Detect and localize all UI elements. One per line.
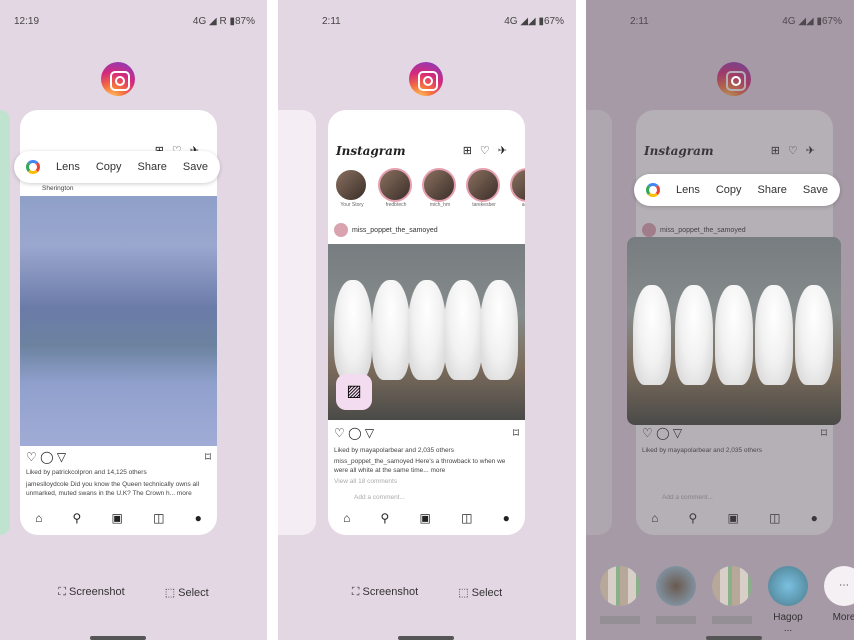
- overview-actions: ⛶ Screenshot ⬚ Select: [0, 586, 267, 599]
- screenshot-button[interactable]: ⛶ Screenshot: [58, 586, 124, 599]
- share-target-blurred[interactable]: [712, 566, 752, 634]
- profile-icon[interactable]: ●: [503, 511, 510, 525]
- previous-app-card[interactable]: [278, 110, 316, 535]
- select-button[interactable]: ⬚ Select: [458, 586, 502, 599]
- avatar: [334, 223, 348, 237]
- story-item[interactable]: tarekesber: [466, 168, 502, 208]
- lens-icon: [646, 183, 660, 197]
- search-icon[interactable]: ⚲: [381, 511, 390, 525]
- comment-input[interactable]: Add a comment...: [354, 493, 525, 502]
- bookmark-icon[interactable]: ⌑: [205, 450, 211, 464]
- profile-icon[interactable]: ●: [195, 511, 202, 525]
- previous-app-card[interactable]: [0, 110, 10, 535]
- copy-button[interactable]: Copy: [716, 184, 742, 196]
- reels-icon[interactable]: ▣: [420, 511, 431, 525]
- post-header[interactable]: miss_poppet_the_samoyed: [334, 223, 438, 237]
- instagram-app-icon[interactable]: [101, 62, 135, 96]
- home-icon[interactable]: ⌂: [35, 511, 42, 525]
- shop-icon[interactable]: ◫: [153, 511, 164, 525]
- story-item[interactable]: fredbtech: [378, 168, 414, 208]
- share-button[interactable]: Share: [758, 184, 787, 196]
- save-button[interactable]: Save: [803, 184, 828, 196]
- story-item[interactable]: Your Story: [334, 168, 370, 208]
- bottom-nav: ⌂ ⚲ ▣ ◫ ●: [328, 511, 525, 525]
- home-handle[interactable]: [90, 636, 146, 640]
- samoyeds-image[interactable]: ▨: [328, 244, 525, 420]
- copy-button[interactable]: Copy: [96, 161, 122, 173]
- home-icon[interactable]: ⌂: [343, 511, 350, 525]
- home-handle[interactable]: [706, 636, 762, 640]
- shop-icon[interactable]: ◫: [461, 511, 472, 525]
- select-button[interactable]: ⬚ Select: [165, 586, 209, 599]
- share-target-hagop[interactable]: Hagop ...: [768, 566, 808, 634]
- swan-house-image[interactable]: [20, 196, 217, 446]
- image-icon[interactable]: ▨: [336, 374, 372, 410]
- selected-image[interactable]: [627, 237, 841, 425]
- like-icon[interactable]: ♡ ◯ ▽: [26, 450, 66, 464]
- save-button[interactable]: Save: [183, 161, 208, 173]
- reels-icon[interactable]: ▣: [112, 511, 123, 525]
- instagram-app-card[interactable]: Instagram ⊞♡✈ Your Story fredbtech mich_…: [328, 110, 525, 535]
- share-target-blurred[interactable]: [600, 566, 640, 634]
- share-more-button[interactable]: ⋯ More: [824, 566, 854, 634]
- share-button[interactable]: Share: [138, 161, 167, 173]
- story-item[interactable]: mich_hm: [422, 168, 458, 208]
- overview-actions: ⛶ Screenshot ⬚ Select: [278, 586, 576, 599]
- post-actions: ♡ ◯ ▽ ⌑: [334, 426, 519, 440]
- share-target-blurred[interactable]: [656, 566, 696, 634]
- share-targets: Hagop ... ⋯ More: [600, 566, 854, 634]
- like-icon[interactable]: ♡ ◯ ▽: [334, 426, 374, 440]
- header-icons: ⊞♡✈: [462, 145, 515, 157]
- search-icon[interactable]: ⚲: [73, 511, 82, 525]
- overview-panel-1: 12:194G ◢ R ▮87% ⊞♡✈ Sherington ♡ ◯ ▽⌑ L…: [0, 0, 267, 640]
- overview-panel-2: 2:11 4G ◢◢ ▮67% Instagram ⊞♡✈ Your Story …: [278, 0, 576, 640]
- lens-action-bar: Lens Copy Share Save: [14, 151, 220, 183]
- post-actions: ♡ ◯ ▽ ⌑: [26, 450, 211, 464]
- bookmark-icon[interactable]: ⌑: [513, 426, 519, 440]
- lens-icon: [26, 160, 40, 174]
- instagram-logo: Instagram: [336, 144, 406, 158]
- bottom-nav: ⌂ ⚲ ▣ ◫ ●: [20, 511, 217, 525]
- lens-button[interactable]: Lens: [56, 161, 80, 173]
- status-bar: 12:19 4G ◢ R ▮87%: [14, 16, 255, 27]
- lens-action-bar: Lens Copy Share Save: [634, 174, 840, 206]
- home-handle[interactable]: [398, 636, 454, 640]
- status-bar: 2:11 4G ◢◢ ▮67%: [322, 16, 564, 27]
- lens-button[interactable]: Lens: [676, 184, 700, 196]
- instagram-app-icon[interactable]: [409, 62, 443, 96]
- stories-row: Your Story fredbtech mich_hm tarekesber …: [334, 168, 525, 208]
- story-item[interactable]: admo: [510, 168, 525, 208]
- overview-panel-3: 2:11 4G ◢◢ ▮67% Instagram ⊞♡✈ miss_poppet…: [586, 0, 854, 640]
- screenshot-button[interactable]: ⛶ Screenshot: [352, 586, 418, 599]
